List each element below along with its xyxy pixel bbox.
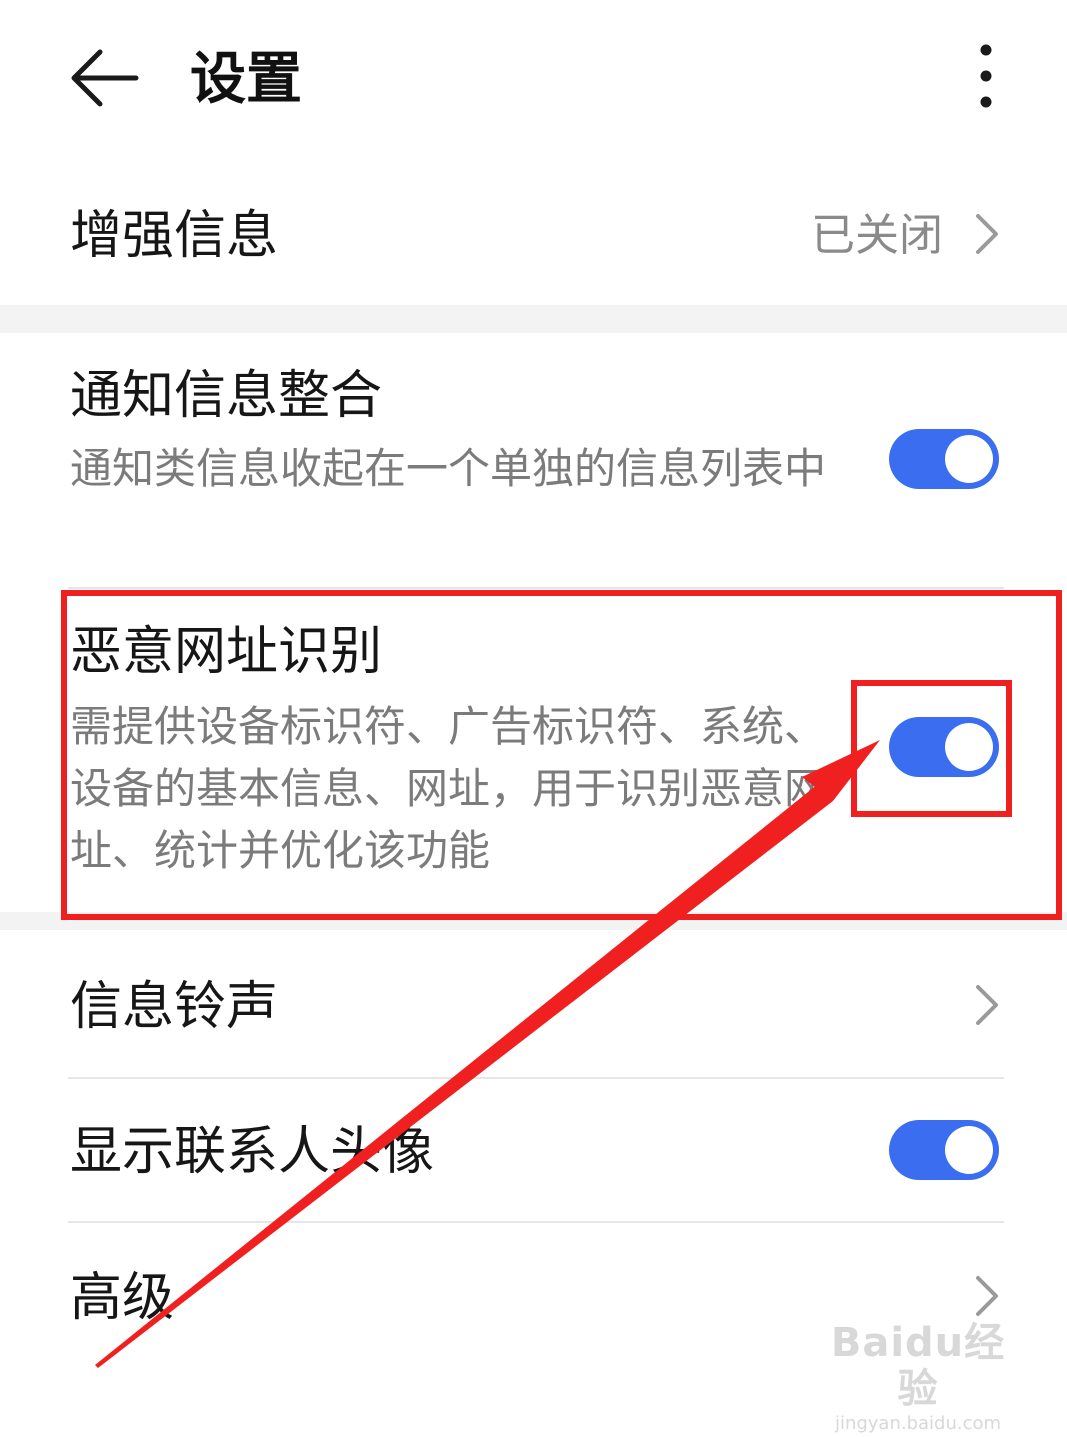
divider bbox=[68, 1077, 1004, 1079]
divider bbox=[68, 1221, 1004, 1223]
section-divider bbox=[0, 912, 1067, 930]
divider bbox=[68, 587, 1004, 589]
chevron-right-icon bbox=[976, 985, 998, 1025]
row-title: 通知信息整合 bbox=[70, 366, 383, 426]
watermark-logo: Baidu经验 bbox=[830, 1320, 1006, 1412]
page-title: 设置 bbox=[190, 47, 302, 112]
section-divider bbox=[0, 305, 1067, 333]
settings-item-message-ringtone[interactable]: 信息铃声 bbox=[0, 935, 1067, 1075]
row-description: 需提供设备标识符、广告标识符、系统、设备的基本信息、网址，用于识别恶意网址、统计… bbox=[70, 702, 827, 875]
app-header: 设置 bbox=[0, 0, 1067, 160]
toggle-knob bbox=[945, 1126, 993, 1174]
row-title: 高级 bbox=[70, 1268, 175, 1328]
row-description: 通知类信息收起在一个单独的信息列表中 bbox=[70, 444, 827, 493]
watermark-url: jingyan.baidu.com bbox=[834, 1413, 1002, 1434]
toggle-knob bbox=[945, 435, 993, 483]
settings-item-notification-merge: 通知信息整合 通知类信息收起在一个单独的信息列表中 bbox=[0, 340, 1067, 585]
row-title: 增强信息 bbox=[70, 206, 279, 266]
row-status-value: 已关闭 bbox=[811, 210, 943, 261]
row-title: 显示联系人头像 bbox=[70, 1122, 435, 1182]
toggle-switch-malicious-url-detection[interactable] bbox=[889, 717, 999, 777]
chevron-right-icon bbox=[976, 214, 998, 254]
settings-item-show-contact-avatar: 显示联系人头像 bbox=[0, 1080, 1067, 1220]
more-options-button[interactable] bbox=[960, 40, 1012, 116]
chevron-right-icon bbox=[976, 1276, 998, 1316]
back-button[interactable] bbox=[66, 40, 142, 116]
toggle-knob bbox=[945, 723, 993, 771]
row-title: 信息铃声 bbox=[70, 977, 279, 1037]
arrow-left-icon bbox=[71, 49, 139, 107]
toggle-switch-notification-merge[interactable] bbox=[889, 429, 999, 489]
watermark: Baidu经验 jingyan.baidu.com bbox=[818, 1320, 1018, 1436]
settings-item-malicious-url-detection: 恶意网址识别 需提供设备标识符、广告标识符、系统、设备的基本信息、网址，用于识别… bbox=[0, 592, 1067, 910]
more-vertical-icon bbox=[980, 44, 992, 108]
row-title: 恶意网址识别 bbox=[70, 622, 383, 682]
settings-item-enhanced-messages[interactable]: 增强信息 已关闭 bbox=[0, 170, 1067, 300]
toggle-switch-show-contact-avatar[interactable] bbox=[889, 1120, 999, 1180]
